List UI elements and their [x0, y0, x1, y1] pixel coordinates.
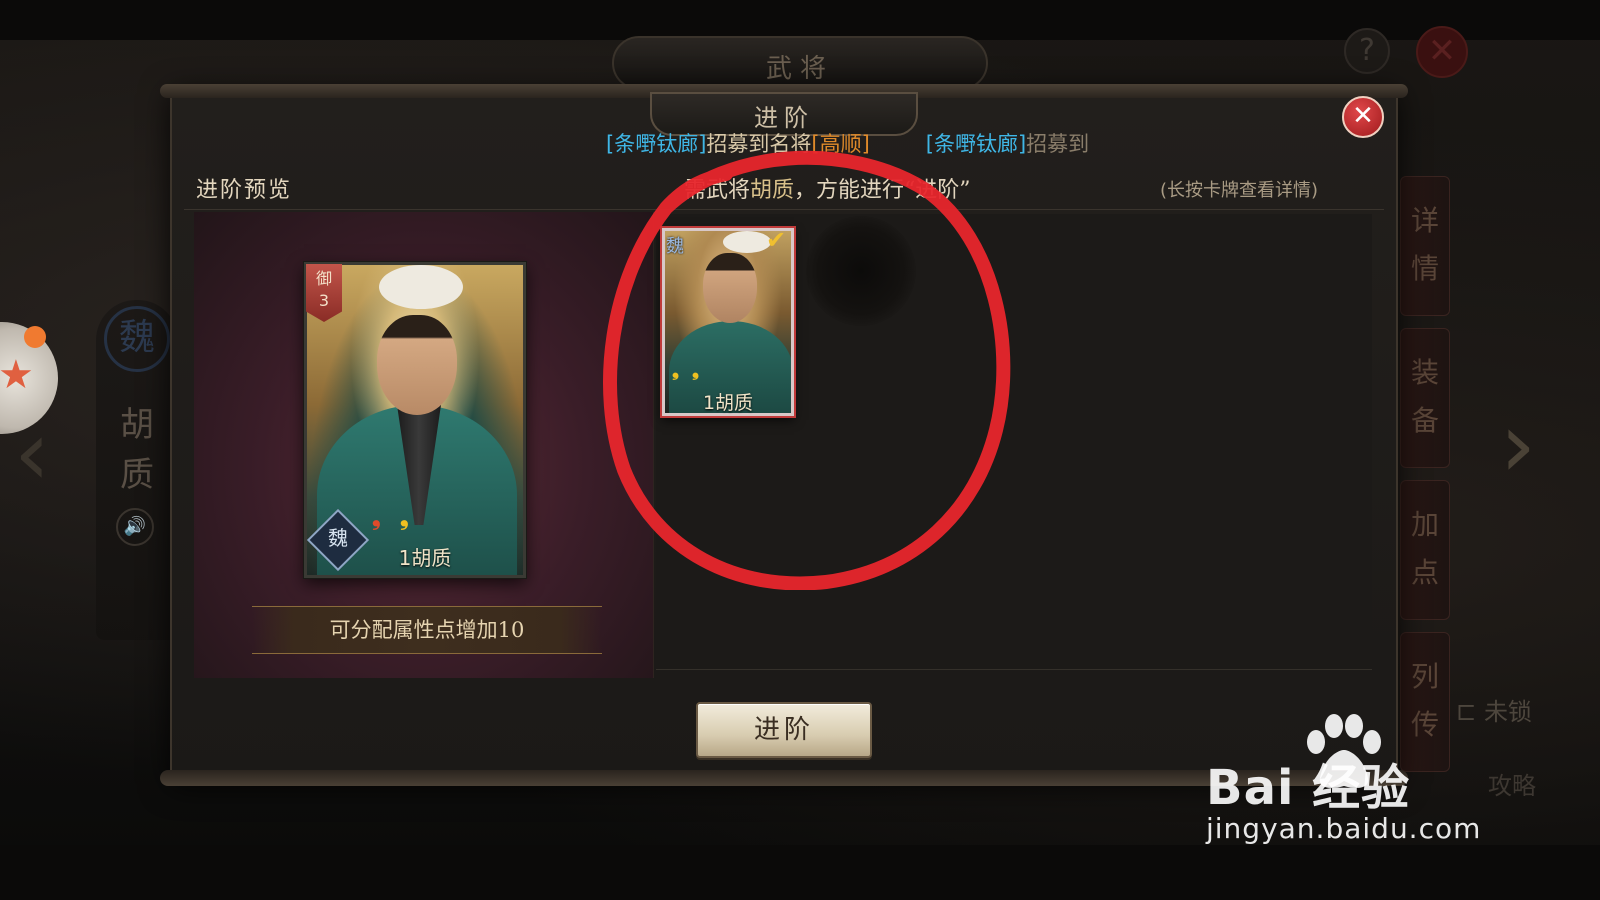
background-title-frame: 武将 [612, 36, 988, 90]
rank-level: 3 [318, 291, 330, 310]
tab-add-points-label: 加点 [1410, 508, 1439, 589]
notification-dot [24, 326, 46, 348]
lock-status[interactable]: ⊏ 未锁 [1456, 692, 1532, 727]
red-annotation-circle [603, 150, 1011, 590]
lock-status-label: 未锁 [1483, 698, 1532, 726]
watermark-url: jingyan.baidu.com [1206, 812, 1482, 845]
tab-details-label: 详情 [1410, 204, 1439, 285]
rank-type: 御 [315, 269, 332, 288]
tab-details[interactable]: 详情 [1400, 176, 1450, 316]
watermark-brand: Bai 经验 [1206, 760, 1411, 816]
card-art-face [377, 315, 457, 415]
speaker-icon[interactable]: 🔊 [116, 508, 154, 546]
long-press-hint: (长按卡牌查看详情) [1160, 180, 1319, 201]
ticker-message-2: 招募到 [1026, 132, 1090, 156]
faction-seal: 魏 [104, 306, 170, 372]
advance-button[interactable]: 进阶 [696, 702, 872, 758]
dialog-close-icon[interactable]: ✕ [1342, 96, 1384, 138]
background-close-icon[interactable]: ✕ [1416, 26, 1468, 78]
rank-badge: 御3 [306, 264, 342, 322]
red-annotation-stroke [603, 150, 1011, 590]
gold-star-icon: ❟ [400, 506, 409, 531]
preview-card-name: 1胡质 [398, 546, 452, 570]
background-title: 武将 [765, 54, 834, 84]
hero-name-vertical: 胡质 [120, 405, 154, 495]
tab-equipment-label: 装备 [1410, 356, 1439, 437]
bottom-band [0, 845, 1600, 900]
tab-equipment[interactable]: 装备 [1400, 328, 1450, 468]
tab-add-points[interactable]: 加点 [1400, 480, 1450, 620]
help-icon[interactable]: ? [1344, 28, 1390, 74]
guide-link[interactable]: 攻略 [1488, 766, 1536, 801]
card-art-headband [379, 265, 463, 309]
star-icon: ★ [0, 352, 34, 398]
red-star-icon: ❟ [372, 506, 381, 531]
bonus-banner: 可分配属性点增加10 [252, 606, 602, 654]
next-hero-arrow-icon[interactable]: › [1500, 396, 1570, 496]
tab-biography-label: 列传 [1410, 660, 1439, 741]
previous-hero-arrow-icon[interactable]: ‹ [14, 404, 74, 504]
preview-label: 进阶预览 [196, 178, 293, 203]
